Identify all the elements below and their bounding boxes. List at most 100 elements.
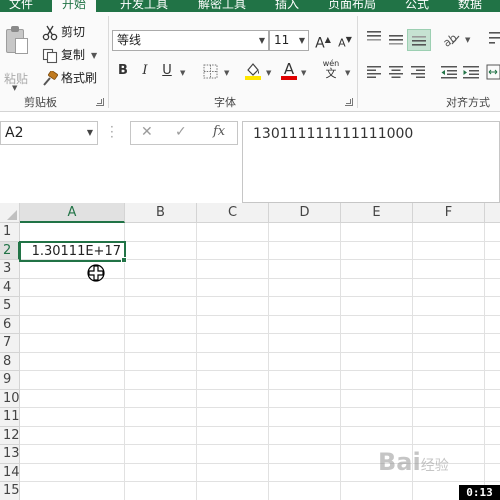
tab-data[interactable]: 数据 bbox=[458, 0, 482, 12]
row-gridline bbox=[20, 351, 500, 353]
formula-bar: A2 ▼ · · · ✕ ✓ fx 130111111111111000 bbox=[0, 113, 500, 203]
align-right-icon[interactable] bbox=[410, 65, 426, 79]
font-color-button[interactable]: A bbox=[278, 59, 300, 80]
row-gridline bbox=[20, 444, 500, 445]
format-painter-button[interactable]: 格式刷 bbox=[42, 69, 97, 87]
row-gridline bbox=[20, 388, 500, 390]
decrease-caret-icon: ▼ bbox=[345, 35, 352, 44]
tab-decrypt-tools[interactable]: 解密工具 bbox=[198, 0, 246, 12]
alignment-group-label: 对齐方式 bbox=[446, 96, 490, 109]
italic-button[interactable]: I bbox=[134, 61, 156, 81]
align-bottom-button[interactable] bbox=[407, 29, 431, 51]
column-gridline bbox=[484, 223, 485, 500]
row-header-7[interactable]: 7 bbox=[0, 334, 20, 353]
row-gridline bbox=[20, 370, 500, 371]
tab-page-layout[interactable]: 页面布局 bbox=[328, 0, 376, 12]
font-dialog-launcher-icon[interactable] bbox=[345, 98, 353, 106]
column-header-c[interactable]: C bbox=[197, 203, 269, 223]
row-header-15[interactable]: 15 bbox=[0, 482, 20, 500]
format-painter-icon bbox=[43, 70, 58, 86]
row-header-11[interactable]: 11 bbox=[0, 408, 20, 427]
group-separator bbox=[357, 16, 358, 108]
tab-home[interactable]: 开始 bbox=[52, 0, 97, 12]
font-color-dropdown-icon[interactable]: ▼ bbox=[301, 69, 306, 77]
paste-icon[interactable] bbox=[6, 26, 28, 54]
column-header-e[interactable]: E bbox=[341, 203, 413, 223]
decrease-indent-icon[interactable] bbox=[440, 65, 458, 79]
column-gridline bbox=[268, 223, 269, 500]
fill-color-icon[interactable] bbox=[243, 61, 263, 81]
font-name-dropdown-icon[interactable]: ▼ bbox=[259, 31, 265, 50]
underline-button[interactable]: U bbox=[156, 61, 178, 81]
row-gridline bbox=[20, 481, 500, 482]
row-gridline bbox=[20, 425, 500, 427]
fill-color-dropdown-icon[interactable]: ▼ bbox=[266, 69, 271, 77]
align-left-icon[interactable] bbox=[366, 65, 382, 79]
cancel-icon[interactable]: ✕ bbox=[141, 124, 153, 140]
column-gridline bbox=[196, 223, 197, 500]
enter-icon[interactable]: ✓ bbox=[175, 124, 187, 140]
row-gridline bbox=[20, 407, 500, 408]
row-header-9[interactable]: 9 bbox=[0, 371, 20, 390]
selection-border bbox=[19, 241, 126, 262]
column-header-b[interactable]: B bbox=[125, 203, 197, 223]
underline-dropdown-icon[interactable]: ▼ bbox=[180, 69, 185, 77]
font-size-dropdown-icon[interactable]: ▼ bbox=[299, 31, 305, 50]
tab-developer[interactable]: 开发工具 bbox=[120, 0, 168, 12]
column-gridline bbox=[124, 223, 125, 500]
copy-button[interactable]: 复制 ▼ bbox=[42, 46, 97, 64]
select-all-button[interactable] bbox=[0, 203, 20, 223]
tab-file[interactable]: 文件 bbox=[9, 0, 33, 12]
column-header-f[interactable]: F bbox=[413, 203, 485, 223]
row-header-14[interactable]: 14 bbox=[0, 463, 20, 482]
row-header-3[interactable]: 3 bbox=[0, 260, 20, 279]
copy-dropdown-icon[interactable]: ▼ bbox=[91, 47, 97, 65]
watermark-main: Bai bbox=[378, 448, 421, 476]
tab-formulas[interactable]: 公式 bbox=[405, 0, 429, 12]
orientation-dropdown-icon[interactable]: ▼ bbox=[465, 36, 470, 44]
align-top-icon[interactable] bbox=[366, 30, 382, 44]
fill-handle[interactable] bbox=[121, 257, 127, 263]
increase-font-size-button[interactable]: A▲ bbox=[312, 30, 334, 52]
column-header-d[interactable]: D bbox=[269, 203, 341, 223]
borders-dropdown-icon[interactable]: ▼ bbox=[224, 69, 229, 77]
row-gridline bbox=[20, 296, 500, 297]
merge-center-icon[interactable] bbox=[486, 64, 500, 80]
align-middle-icon[interactable] bbox=[388, 32, 404, 46]
clipboard-dialog-launcher-icon[interactable] bbox=[96, 98, 104, 106]
name-box-dropdown-icon[interactable]: ▼ bbox=[87, 122, 93, 144]
column-header-a[interactable]: A bbox=[20, 203, 125, 223]
tab-insert[interactable]: 插入 bbox=[275, 0, 299, 12]
paste-dropdown-icon[interactable]: ▼ bbox=[12, 84, 17, 92]
align-center-icon[interactable] bbox=[388, 65, 404, 79]
row-header-12[interactable]: 12 bbox=[0, 426, 20, 445]
font-size-combo[interactable]: 11 ▼ bbox=[269, 30, 309, 51]
orientation-icon[interactable]: ab bbox=[442, 30, 462, 48]
row-header-8[interactable]: 8 bbox=[0, 352, 20, 371]
formula-input[interactable]: 130111111111111000 bbox=[242, 121, 500, 203]
name-box[interactable]: A2 ▼ bbox=[0, 121, 98, 145]
borders-icon[interactable] bbox=[203, 64, 218, 79]
row-gridline bbox=[20, 333, 500, 334]
row-header-2[interactable]: 2 bbox=[0, 241, 20, 260]
insert-function-icon[interactable]: fx bbox=[213, 124, 225, 139]
formula-bar-grip-icon[interactable]: · · · bbox=[110, 121, 114, 143]
wrap-text-icon[interactable] bbox=[488, 30, 500, 46]
decrease-font-size-button[interactable]: A▼ bbox=[334, 30, 356, 50]
row-header-4[interactable]: 4 bbox=[0, 278, 20, 297]
row-header-13[interactable]: 13 bbox=[0, 445, 20, 464]
increase-indent-icon[interactable] bbox=[462, 65, 480, 79]
row-header-10[interactable]: 10 bbox=[0, 389, 20, 408]
row-header-5[interactable]: 5 bbox=[0, 297, 20, 316]
cut-button[interactable]: 剪切 bbox=[42, 23, 85, 41]
format-painter-label: 格式刷 bbox=[61, 71, 98, 85]
row-header-1[interactable]: 1 bbox=[0, 223, 20, 242]
column-header-partial[interactable] bbox=[485, 203, 500, 223]
watermark: Bai经验 bbox=[378, 448, 449, 476]
phonetic-dropdown-icon[interactable]: ▼ bbox=[345, 69, 350, 77]
svg-text:ab: ab bbox=[442, 31, 460, 48]
bold-button[interactable]: B bbox=[112, 61, 134, 81]
font-name-combo[interactable]: 等线 ▼ bbox=[112, 30, 269, 51]
row-header-6[interactable]: 6 bbox=[0, 315, 20, 334]
phonetic-guide-button[interactable]: wén 文 bbox=[320, 59, 342, 79]
